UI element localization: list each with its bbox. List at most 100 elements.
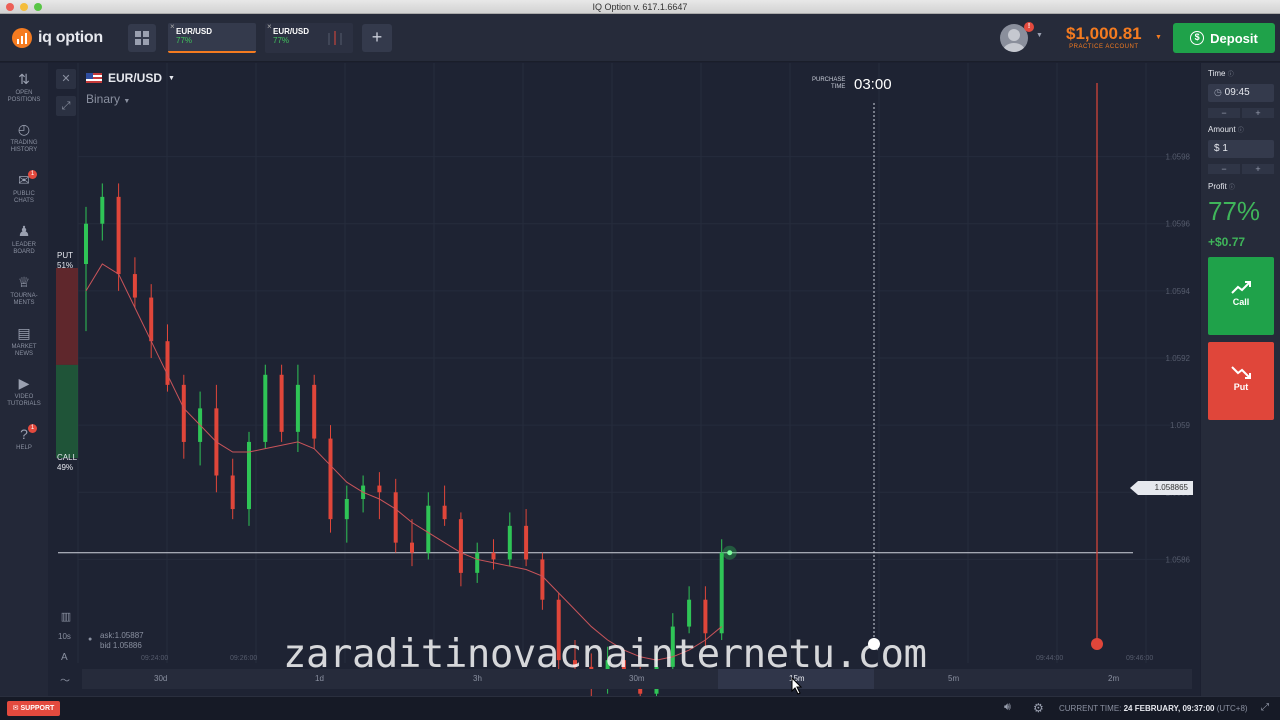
- sidebar-item-video-tutorials[interactable]: ▶ VIDEO TUTORIALS: [0, 375, 48, 408]
- candle-body: [687, 599, 692, 627]
- news-icon: ▤: [17, 325, 31, 341]
- chart-type-button[interactable]: ▥: [56, 607, 76, 627]
- time-plus-button[interactable]: +: [1242, 108, 1274, 118]
- gear-icon[interactable]: ⚙: [1033, 701, 1044, 715]
- close-tab-icon[interactable]: ×: [267, 22, 272, 31]
- info-icon: ⓘ: [1227, 72, 1234, 78]
- time-label: Time ⓘ: [1208, 69, 1234, 78]
- candle-body: [442, 505, 447, 520]
- sidebar-item-public-chats[interactable]: ✉ 1 PUBLIC CHATS: [0, 170, 48, 205]
- price-chart[interactable]: 1.05981.05961.05941.05921.0591.05881.058…: [48, 63, 1200, 696]
- profit-amount: +$0.77: [1208, 235, 1246, 249]
- call-button[interactable]: Call: [1208, 257, 1274, 335]
- candle-body: [230, 475, 235, 510]
- candle-body: [524, 525, 529, 560]
- timeframe-2m[interactable]: 2m: [1108, 674, 1119, 683]
- expiry-time-input[interactable]: ◷ 09:45: [1208, 84, 1274, 102]
- candle-body: [719, 552, 724, 634]
- time-stepper: − +: [1208, 108, 1274, 118]
- draw-tool-icon[interactable]: A: [61, 652, 68, 663]
- asset-tab-2[interactable]: × EUR/USD 77%: [265, 22, 353, 53]
- arrows-updown-icon: ⇅: [18, 71, 30, 87]
- bid-price: bid 1.05886: [100, 641, 142, 650]
- logo[interactable]: iq option: [12, 28, 103, 48]
- maximize-window-button[interactable]: [34, 3, 42, 11]
- time-label: 09:24:00: [141, 655, 169, 662]
- candle-body: [458, 519, 463, 573]
- deposit-label: Deposit: [1210, 30, 1258, 46]
- chart-area[interactable]: 1.05981.05961.05941.05921.0591.05881.058…: [48, 63, 1200, 696]
- indicator-icon[interactable]: 〜: [60, 672, 70, 687]
- amount-plus-button[interactable]: +: [1242, 164, 1274, 174]
- dollar-icon: $: [1190, 31, 1205, 45]
- y-tick-label: 1.0594: [1166, 287, 1191, 296]
- layout-grid-button[interactable]: [128, 24, 156, 52]
- add-tab-button[interactable]: +: [362, 24, 392, 52]
- y-tick-label: 1.059: [1170, 421, 1191, 430]
- amount-minus-button[interactable]: −: [1208, 164, 1240, 174]
- expand-chart-button[interactable]: ⤢: [56, 96, 76, 116]
- chevron-down-icon: ▼: [123, 98, 131, 105]
- current-price-dot: [727, 550, 733, 556]
- candle-body: [377, 485, 382, 493]
- timeframe-5m[interactable]: 5m: [948, 674, 959, 683]
- info-icon: ⓘ: [1228, 185, 1235, 191]
- chart-up-icon: [1231, 281, 1251, 294]
- timeframe-30d[interactable]: 30d: [154, 674, 167, 683]
- purchase-time-label: PURCHASE TIME: [812, 77, 846, 90]
- sidebar-item-tournaments[interactable]: ♕ TOURNA- MENTS: [0, 274, 48, 307]
- candle-body: [507, 525, 512, 560]
- finish-flag-icon: [1091, 638, 1103, 650]
- chevron-down-icon[interactable]: ▼: [1036, 32, 1043, 39]
- minimize-window-button[interactable]: [20, 3, 28, 11]
- amount-label: Amount ⓘ: [1208, 125, 1244, 134]
- y-tick-label: 1.0592: [1166, 354, 1191, 363]
- time-label: 09:26:00: [230, 655, 258, 662]
- sidebar-item-help[interactable]: ? 1 HELP: [0, 424, 48, 452]
- logo-text: iq option: [38, 29, 103, 46]
- amount-input[interactable]: $ 1: [1208, 140, 1274, 158]
- asset-tab-1[interactable]: × EUR/USD 77%: [168, 22, 256, 53]
- support-button[interactable]: ✉ SUPPORT: [7, 701, 60, 716]
- help-badge: 1: [28, 424, 37, 433]
- volume-icon[interactable]: 🔊︎: [1004, 701, 1011, 714]
- call-sentiment-bar: [56, 364, 78, 458]
- put-sentiment: PUT 51%: [57, 251, 74, 270]
- deposit-button[interactable]: $ Deposit: [1173, 23, 1275, 53]
- sidebar-item-trading-history[interactable]: ◴ TRADING HISTORY: [0, 121, 48, 154]
- sidebar-item-open-positions[interactable]: ⇅ OPEN POSITIONS: [0, 71, 48, 104]
- asset-name: EUR/USD: [108, 71, 163, 85]
- bid-ask-display: ask:1.05887 bid 1.05886: [100, 631, 144, 651]
- asset-selector[interactable]: EUR/USD ▼: [86, 71, 175, 85]
- chevron-down-icon[interactable]: ▼: [1155, 34, 1162, 41]
- sidebar-item-market-news[interactable]: ▤ MARKET NEWS: [0, 325, 48, 358]
- candle-body: [279, 374, 284, 432]
- chevron-down-icon: ▼: [168, 74, 175, 82]
- profit-percent: 77%: [1208, 196, 1261, 226]
- info-icon: ●: [88, 636, 93, 643]
- put-button[interactable]: Put: [1208, 342, 1274, 420]
- option-type-selector[interactable]: Binary ▼: [86, 92, 130, 106]
- candle-body: [426, 505, 431, 553]
- profit-label: Profit ⓘ: [1208, 182, 1235, 191]
- current-time: CURRENT TIME: 24 FEBRUARY, 09:37:00 (UTC…: [1059, 704, 1248, 713]
- candle-body: [410, 542, 414, 553]
- interval-button[interactable]: 10s: [58, 632, 71, 641]
- time-minus-button[interactable]: −: [1208, 108, 1240, 118]
- balance-display[interactable]: $1,000.81 PRACTICE ACCOUNT: [1066, 24, 1142, 50]
- close-window-button[interactable]: [6, 3, 14, 11]
- mouse-cursor-icon: [791, 677, 803, 695]
- fullscreen-icon[interactable]: ⤢: [1261, 702, 1269, 713]
- mini-chart-icon: [328, 31, 342, 45]
- close-tab-icon[interactable]: ×: [170, 22, 175, 31]
- call-sentiment: CALL 49%: [57, 453, 78, 472]
- candle-body: [100, 196, 105, 224]
- candle-body: [132, 274, 137, 298]
- chart-down-icon: [1231, 366, 1251, 379]
- candle-body: [84, 223, 88, 264]
- candle-body: [263, 374, 268, 442]
- sidebar-item-leaderboard[interactable]: ♟ LEADER BOARD: [0, 223, 48, 256]
- close-chart-button[interactable]: ✕: [56, 69, 76, 89]
- amount-stepper: − +: [1208, 164, 1274, 174]
- trophy-icon: ♕: [17, 274, 31, 290]
